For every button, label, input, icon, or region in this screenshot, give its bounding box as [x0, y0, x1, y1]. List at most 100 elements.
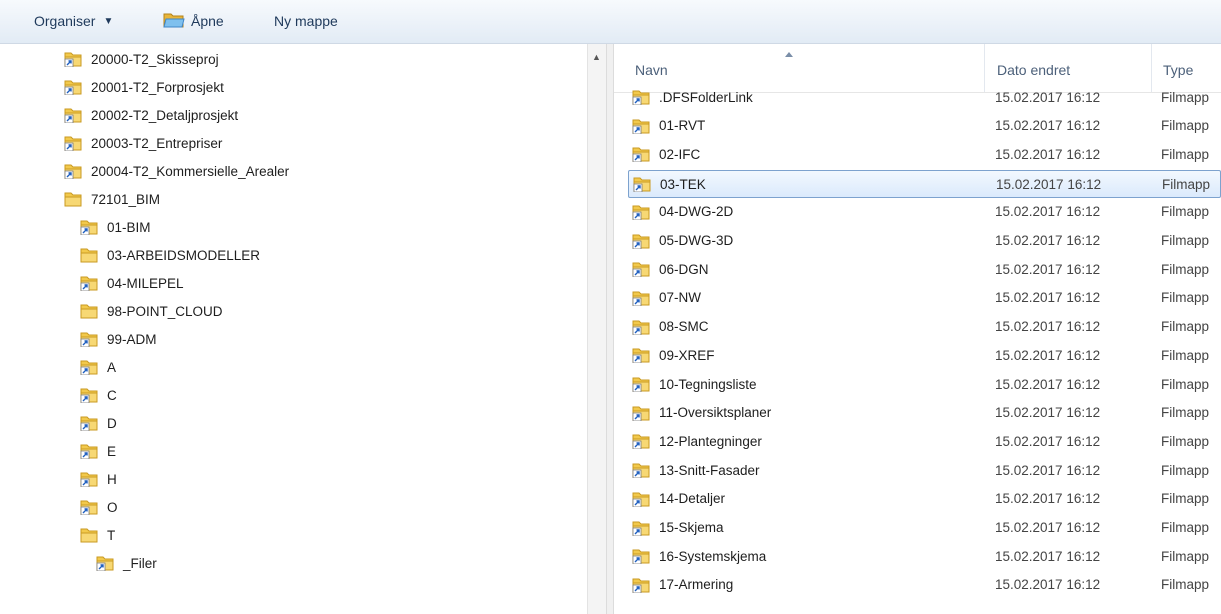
- folder-shortcut-icon: [80, 359, 98, 375]
- folder-shortcut-icon: [632, 204, 650, 220]
- file-name-cell: 12-Plantegninger: [632, 428, 762, 454]
- tree-item[interactable]: 03-ARBEIDSMODELLER: [80, 241, 260, 269]
- scroll-up-icon[interactable]: ▲: [592, 52, 601, 62]
- file-row[interactable]: 12-Plantegninger 15.02.2017 16:12 Filmapp: [628, 428, 1221, 456]
- tree-item[interactable]: 20001-T2_Forprosjekt: [64, 73, 224, 101]
- file-row[interactable]: 16-Systemskjema 15.02.2017 16:12 Filmapp: [628, 543, 1221, 571]
- folder-icon: [80, 247, 98, 263]
- folder-shortcut-icon: [80, 415, 98, 431]
- tree-item-label: A: [107, 359, 117, 375]
- tree-item-label: 20003-T2_Entrepriser: [91, 135, 223, 151]
- folder-shortcut-icon: [632, 376, 650, 392]
- tree-item[interactable]: C: [80, 381, 117, 409]
- file-row[interactable]: 06-DGN 15.02.2017 16:12 Filmapp: [628, 256, 1221, 284]
- tree-item[interactable]: E: [80, 437, 116, 465]
- pane-splitter[interactable]: [606, 44, 614, 614]
- tree-item[interactable]: 20004-T2_Kommersielle_Arealer: [64, 157, 289, 185]
- tree-item[interactable]: 04-MILEPEL: [80, 269, 184, 297]
- tree-item[interactable]: T: [80, 521, 115, 549]
- column-header-type[interactable]: Type: [1163, 62, 1193, 78]
- file-name: 04-DWG-2D: [659, 204, 734, 220]
- folder-shortcut-icon: [632, 520, 650, 536]
- tree-item-label: O: [107, 499, 118, 515]
- tree-item[interactable]: 99-ADM: [80, 325, 157, 353]
- file-name-cell: 04-DWG-2D: [632, 199, 733, 225]
- tree-item[interactable]: 20000-T2_Skisseproj: [64, 45, 219, 73]
- folder-icon: [80, 303, 98, 319]
- file-row[interactable]: 17-Armering 15.02.2017 16:12 Filmapp: [628, 572, 1221, 600]
- tree-item[interactable]: D: [80, 409, 117, 437]
- file-name-cell: .DFSFolderLink: [632, 84, 753, 110]
- file-row[interactable]: 02-IFC 15.02.2017 16:12 Filmapp: [628, 141, 1221, 169]
- folder-shortcut-icon: [80, 275, 98, 291]
- file-date: 15.02.2017 16:12: [995, 261, 1101, 277]
- tree-item[interactable]: 20003-T2_Entrepriser: [64, 129, 222, 157]
- file-row[interactable]: 05-DWG-3D 15.02.2017 16:12 Filmapp: [628, 228, 1221, 256]
- column-header-name[interactable]: Navn: [635, 62, 668, 78]
- file-row[interactable]: 07-NW 15.02.2017 16:12 Filmapp: [628, 285, 1221, 313]
- file-row[interactable]: 14-Detaljer 15.02.2017 16:12 Filmapp: [628, 486, 1221, 514]
- tree-item[interactable]: _Filer: [96, 549, 157, 577]
- file-type: Filmapp: [1161, 520, 1210, 535]
- file-name-cell: 01-RVT: [632, 113, 705, 139]
- tree-item[interactable]: A: [80, 353, 116, 381]
- file-type: Filmapp: [1161, 577, 1210, 593]
- file-name: 11-Oversiktsplaner: [659, 405, 772, 421]
- tree-item[interactable]: H: [80, 465, 117, 493]
- folder-shortcut-icon: [632, 405, 650, 421]
- file-type: Filmapp: [1161, 462, 1210, 478]
- tree-item-label: D: [107, 415, 117, 431]
- file-type: Filmapp: [1161, 376, 1210, 392]
- file-row[interactable]: 01-RVT 15.02.2017 16:12 Filmapp: [628, 113, 1221, 141]
- file-date: 15.02.2017 16:12: [996, 176, 1102, 192]
- new-folder-button[interactable]: Ny mappe: [274, 0, 338, 42]
- file-name: 15-Skjema: [659, 520, 724, 535]
- folder-icon: [80, 527, 98, 543]
- file-row[interactable]: 15-Skjema 15.02.2017 16:12 Filmapp: [628, 515, 1221, 543]
- folder-shortcut-icon: [632, 548, 650, 565]
- column-header-date[interactable]: Dato endret: [997, 62, 1070, 78]
- tree-item-label: 20001-T2_Forprosjekt: [91, 79, 224, 95]
- organise-button[interactable]: Organiser ▼: [34, 0, 113, 42]
- file-row[interactable]: 11-Oversiktsplaner 15.02.2017 16:12 Filmap…: [628, 400, 1221, 428]
- organise-label: Organiser: [34, 13, 96, 29]
- tree-item[interactable]: 72101_BIM: [64, 185, 160, 213]
- folder-shortcut-icon: [632, 290, 650, 306]
- file-row[interactable]: 09-XREF 15.02.2017 16:12 Filmapp: [628, 342, 1221, 370]
- file-name: 02-IFC: [659, 146, 701, 162]
- tree-item-label: 72101_BIM: [91, 191, 161, 207]
- file-name: 05-DWG-3D: [659, 233, 734, 248]
- sort-ascending-icon: [785, 52, 793, 57]
- file-name-cell: 08-SMC: [632, 314, 709, 340]
- file-date: 15.02.2017 16:12: [995, 462, 1101, 478]
- file-row[interactable]: 13-Snitt-Fasader 15.02.2017 16:12 Filmapp: [628, 457, 1221, 485]
- tree-item-label: C: [107, 387, 117, 403]
- folder-shortcut-icon: [633, 176, 651, 193]
- tree-item-label: _Filer: [123, 555, 157, 571]
- file-type: Filmapp: [1161, 491, 1210, 507]
- file-row[interactable]: 08-SMC 15.02.2017 16:12 Filmapp: [628, 314, 1221, 342]
- file-row[interactable]: 03-TEK 15.02.2017 16:12 Filmapp: [628, 170, 1221, 199]
- tree-item[interactable]: O: [80, 493, 118, 521]
- file-date: 15.02.2017 16:12: [995, 405, 1101, 421]
- tree-item-label: T: [107, 527, 116, 543]
- file-row[interactable]: 10-Tegningsliste 15.02.2017 16:12 Filmapp: [628, 371, 1221, 399]
- tree-item-label: 01-BIM: [107, 219, 151, 235]
- file-name: 01-RVT: [659, 118, 706, 134]
- tree-scrollbar[interactable]: ▲: [587, 44, 606, 614]
- file-name-cell: 07-NW: [632, 285, 701, 311]
- file-row[interactable]: 04-DWG-2D 15.02.2017 16:12 Filmapp: [628, 199, 1221, 227]
- tree-item[interactable]: 01-BIM: [80, 213, 151, 241]
- file-type: Filmapp: [1161, 319, 1210, 335]
- file-date: 15.02.2017 16:12: [995, 577, 1101, 593]
- folder-shortcut-icon: [632, 577, 650, 593]
- folder-shortcut-icon: [632, 89, 650, 105]
- toolbar: Organiser ▼ Åpne Ny mappe: [0, 0, 1221, 44]
- file-row[interactable]: .DFSFolderLink 15.02.2017 16:12 Filmapp: [628, 84, 1221, 112]
- tree-item[interactable]: 20002-T2_Detaljprosjekt: [64, 101, 238, 129]
- tree-item-label: 99-ADM: [107, 331, 157, 347]
- file-list: Navn Dato endret Type .DFSFolderLink 15.0…: [614, 44, 1221, 614]
- file-name-cell: 17-Armering: [632, 572, 733, 598]
- tree-item[interactable]: 98-POINT_CLOUD: [80, 297, 223, 325]
- open-button[interactable]: Åpne: [163, 0, 224, 42]
